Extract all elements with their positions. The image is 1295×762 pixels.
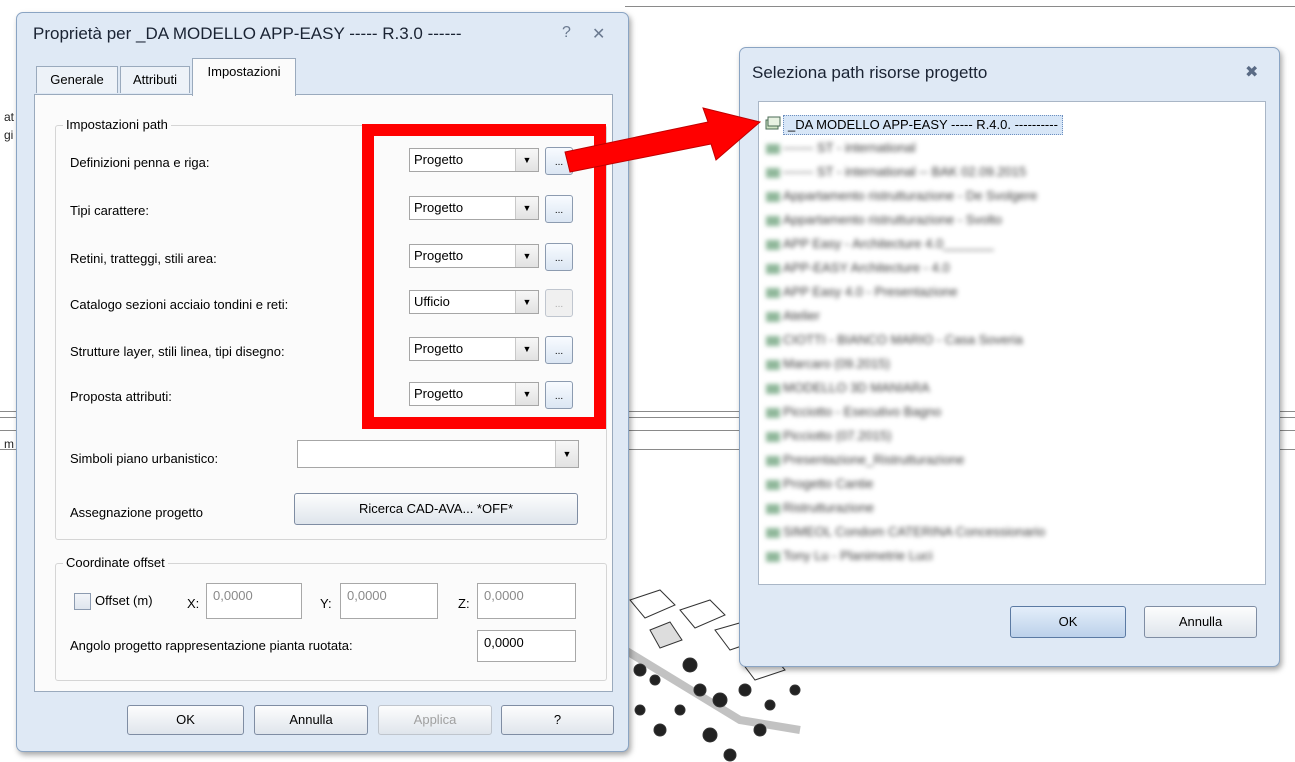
help-button[interactable]: ? (501, 705, 614, 735)
tab-attributi[interactable]: Attributi (120, 66, 190, 93)
project-folder-icon (766, 384, 780, 394)
background-line (625, 6, 1295, 7)
list-item[interactable]: Ristrutturazione (783, 499, 874, 517)
offset-y-input[interactable]: 0,0000 (340, 583, 438, 619)
project-folder-icon (766, 552, 780, 562)
background-line (0, 411, 16, 412)
help-title-button[interactable]: ? (562, 24, 571, 42)
background-line (1278, 449, 1295, 450)
project-folder-icon (766, 456, 780, 466)
select-path-cancel-button[interactable]: Annulla (1144, 606, 1257, 638)
project-folder-icon (766, 408, 780, 418)
offset-group (55, 563, 607, 681)
path-settings-group-label: Impostazioni path (63, 117, 171, 132)
list-item[interactable]: Progetto Cantie (783, 475, 873, 493)
row-label-pen: Definizioni penna e riga: (70, 155, 210, 170)
select-path-dialog-title: Seleziona path risorse progetto (752, 63, 988, 82)
project-folder-icon (766, 264, 780, 274)
close-icon[interactable]: ✖ (1245, 62, 1258, 82)
list-item-selected[interactable]: _DA MODELLO APP-EASY ----- R.4.0. ------… (783, 115, 1063, 135)
chevron-down-icon[interactable]: ▼ (555, 441, 578, 467)
x-label: X: (187, 596, 200, 611)
list-item[interactable]: ------- ST - international (783, 139, 916, 157)
background-line (1278, 430, 1295, 431)
project-folder-icon (766, 240, 780, 250)
list-item[interactable]: Atelier (783, 307, 820, 325)
background-line (0, 417, 16, 418)
angle-label: Angolo progetto rappresentazione pianta … (70, 638, 353, 653)
row-label-steel: Catalogo sezioni acciaio tondini e reti: (70, 297, 289, 312)
y-label: Y: (320, 596, 332, 611)
project-folder-icon (766, 216, 780, 226)
list-item[interactable]: Picciotto (07.2015) (783, 427, 891, 445)
background-text: gi (4, 128, 14, 142)
list-item[interactable]: Presentazione_Ristrutturazione (783, 451, 964, 469)
annotation-arrow (564, 107, 762, 173)
list-item[interactable]: SIMEOL Condom CATERINA Concessionario (783, 523, 1045, 541)
ok-button[interactable]: OK (127, 705, 244, 735)
cad-ava-search-button[interactable]: Ricerca CAD-AVA... *OFF* (294, 493, 578, 525)
list-item[interactable]: MODELLO 3D MANIARA (783, 379, 930, 397)
row-label-fonts: Tipi carattere: (70, 203, 149, 218)
list-item[interactable]: Marcaro (09.2015) (783, 355, 890, 373)
offset-checkbox[interactable] (74, 593, 91, 610)
list-item[interactable]: APP Easy 4.0 - Presentazione (783, 283, 958, 301)
project-folder-icon (766, 336, 780, 346)
list-item[interactable]: CIOTTI - BIANCO MARIO - Casa Soveria (783, 331, 1023, 349)
angle-input[interactable]: 0,0000 (477, 630, 576, 662)
tab-generale[interactable]: Generale (36, 66, 118, 93)
background-line (627, 430, 739, 431)
list-item[interactable]: Picciotto - Esecutivo Bagno (783, 403, 941, 421)
row-label-hatch: Retini, tratteggi, stili area: (70, 251, 217, 266)
list-item[interactable]: Tony Lu - Planimetrie Luci (783, 547, 933, 565)
project-folder-icon (766, 480, 780, 490)
project-folder-icon (766, 360, 780, 370)
background-line (0, 430, 16, 431)
offset-x-input[interactable]: 0,0000 (206, 583, 302, 619)
tab-impostazioni[interactable]: Impostazioni (192, 58, 296, 96)
offset-z-input[interactable]: 0,0000 (477, 583, 576, 619)
close-icon[interactable]: ✕ (592, 24, 605, 44)
row-label-attributes: Proposta attributi: (70, 389, 172, 404)
list-item[interactable]: ------- ST - international -- BAK 02.09.… (783, 163, 1026, 181)
list-item[interactable]: Appartamento ristrutturazione - De Svolg… (783, 187, 1037, 205)
background-text: at (4, 110, 15, 124)
project-folder-icon (766, 432, 780, 442)
project-folder-icon (766, 504, 780, 514)
list-item[interactable]: APP-EASY Architecture - 4.0 (783, 259, 950, 277)
select-path-ok-button[interactable]: OK (1010, 606, 1126, 638)
project-list[interactable]: _DA MODELLO APP-EASY ----- R.4.0. ------… (758, 101, 1266, 585)
cancel-button[interactable]: Annulla (254, 705, 368, 735)
properties-dialog-title: Proprietà per _DA MODELLO APP-EASY -----… (33, 24, 462, 43)
simboli-label: Simboli piano urbanistico: (70, 451, 219, 466)
assegnazione-label: Assegnazione progetto (70, 505, 203, 520)
background-line (627, 417, 739, 418)
background-line (627, 449, 739, 450)
project-folder-icon (766, 288, 780, 298)
list-item[interactable]: Appartamento ristrutturazione - Svolto (783, 211, 1002, 229)
project-folder-icon (766, 312, 780, 322)
background-text: m (4, 437, 14, 451)
background-line (627, 411, 739, 412)
offset-group-label: Coordinate offset (63, 555, 168, 570)
simboli-combo[interactable]: ▼ (297, 440, 579, 468)
z-label: Z: (458, 596, 470, 611)
list-item[interactable]: APP Easy - Architecture 4.0_______ (783, 235, 994, 253)
row-label-layers: Strutture layer, stili linea, tipi diseg… (70, 344, 285, 359)
project-folder-icon (766, 192, 780, 202)
offset-checkbox-label: Offset (m) (95, 593, 153, 608)
apply-button[interactable]: Applica (378, 705, 492, 735)
project-folder-icon (766, 528, 780, 538)
background-line (1278, 411, 1295, 412)
background-line (1278, 417, 1295, 418)
